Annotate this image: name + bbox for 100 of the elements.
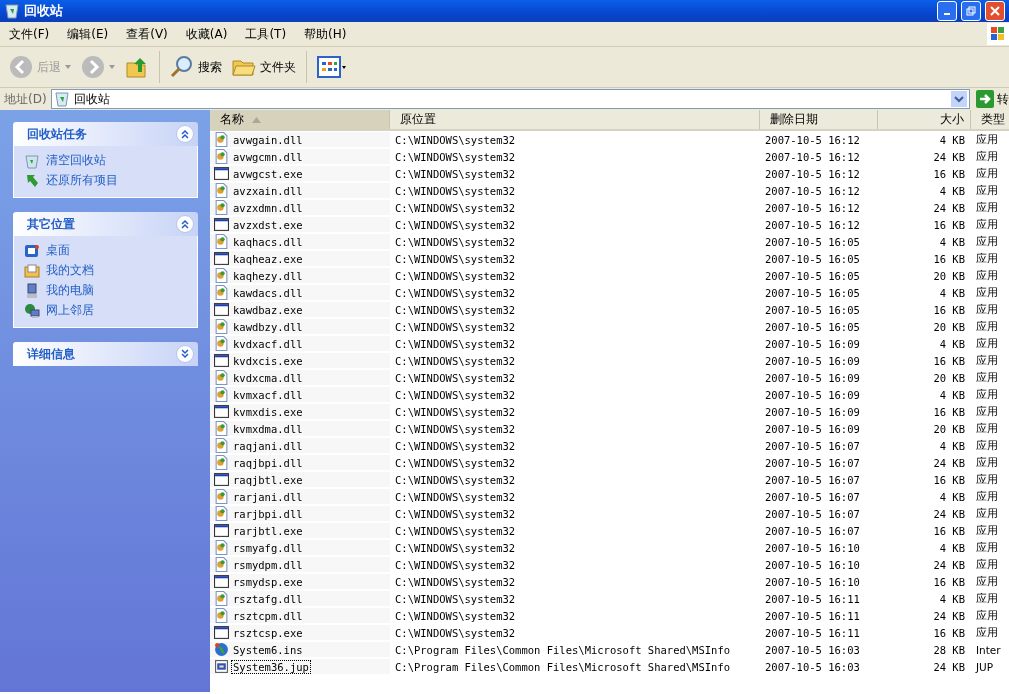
column-header[interactable]: 大小 xyxy=(878,110,971,129)
menu-item[interactable]: 查看(V) xyxy=(117,25,177,43)
collapse-button[interactable] xyxy=(176,125,194,143)
table-cell-text: 2007-10-5 16:12 xyxy=(764,133,861,146)
go-arrow-icon xyxy=(976,90,994,108)
menu-item[interactable]: 文件(F) xyxy=(0,25,59,43)
dropdown-icon[interactable] xyxy=(951,91,967,107)
table-cell-text: 2007-10-5 16:03 xyxy=(764,660,861,673)
folder-icon xyxy=(24,262,40,279)
minimize-button[interactable] xyxy=(937,1,957,21)
table-cell-text: 2007-10-5 16:09 xyxy=(764,371,861,384)
table-cell-text: 2007-10-5 16:09 xyxy=(764,405,861,418)
table-cell-text: 4 KB xyxy=(938,133,966,146)
table-cell-text: 2007-10-5 16:12 xyxy=(764,167,861,180)
menu-item[interactable]: 收藏(A) xyxy=(176,25,237,43)
restore-icon xyxy=(966,6,976,16)
table-cell-text: 应用 xyxy=(975,540,999,555)
desktop-icon xyxy=(24,242,40,259)
task-link[interactable]: 还原所有项目 xyxy=(24,172,187,189)
table-cell-text: 2007-10-5 16:12 xyxy=(764,218,861,231)
table-cell-text: 4 KB xyxy=(938,184,966,197)
table-cell-text: 16 KB xyxy=(932,167,966,180)
folder-up-icon xyxy=(125,55,149,79)
table-cell-text: 2007-10-5 16:05 xyxy=(764,286,861,299)
panel-title: 回收站任务 xyxy=(27,125,87,143)
column-header[interactable]: 名称 xyxy=(210,110,390,129)
table-cell-text: 16 KB xyxy=(932,626,966,639)
table-cell-text: 24 KB xyxy=(932,201,966,214)
table-cell-text: 2007-10-5 16:05 xyxy=(764,303,861,316)
table-cell-text: 应用 xyxy=(975,387,999,402)
table-cell-text: 应用 xyxy=(975,557,999,572)
table-cell-text: 16 KB xyxy=(932,252,966,265)
table-cell-text: 2007-10-5 16:09 xyxy=(764,337,861,350)
table-cell-text: 16 KB xyxy=(932,405,966,418)
table-cell-text: 16 KB xyxy=(932,524,966,537)
chevron-icon xyxy=(180,129,190,139)
menu-item[interactable]: 编辑(E) xyxy=(58,25,118,43)
table-cell-text: 应用 xyxy=(975,183,999,198)
task-link[interactable]: 清空回收站 xyxy=(24,152,187,169)
menu-item[interactable]: 帮助(H) xyxy=(295,25,356,43)
table-cell-text: 2007-10-5 16:11 xyxy=(764,626,861,639)
collapse-button[interactable] xyxy=(176,215,194,233)
task-link[interactable]: 桌面 xyxy=(24,242,187,259)
folders-button[interactable]: 文件夹 xyxy=(229,53,299,81)
restore-button[interactable] xyxy=(961,1,981,21)
column-header[interactable]: 删除日期 xyxy=(760,110,878,129)
table-cell-text: 16 KB xyxy=(932,218,966,231)
table-cell-text: 24 KB xyxy=(932,507,966,520)
table-cell-text: 应用 xyxy=(975,472,999,487)
close-icon xyxy=(990,6,1000,16)
table-cell-text: 20 KB xyxy=(932,269,966,282)
table-cell-text: 应用 xyxy=(975,421,999,436)
table-cell-text: 4 KB xyxy=(938,541,966,554)
table-cell-text: 应用 xyxy=(975,574,999,589)
chevron-icon xyxy=(180,219,190,229)
table-cell-text: 应用 xyxy=(975,302,999,317)
table-cell-text: 应用 xyxy=(975,608,999,623)
caret-icon xyxy=(65,65,71,69)
column-header[interactable]: 原位置 xyxy=(390,110,760,129)
close-button[interactable] xyxy=(985,1,1005,21)
task-link[interactable]: 我的电脑 xyxy=(24,282,187,299)
go-button[interactable]: 转 xyxy=(974,90,1009,108)
network-icon xyxy=(24,302,40,319)
panel-title: 详细信息 xyxy=(27,345,75,363)
table-cell-text: 2007-10-5 16:10 xyxy=(764,558,861,571)
address-field[interactable]: 回收站 xyxy=(50,89,970,109)
table-cell-text: 应用 xyxy=(975,506,999,521)
table-cell-text: 24 KB xyxy=(932,558,966,571)
table-cell-text: 4 KB xyxy=(938,337,966,350)
task-link[interactable]: 网上邻居 xyxy=(24,302,187,319)
globe-icon xyxy=(214,642,229,657)
file-name[interactable]: System36.jup xyxy=(231,659,311,674)
column-header[interactable]: 类型 xyxy=(971,110,1009,129)
table-cell-text: 应用 xyxy=(975,200,999,215)
table-cell-text: 20 KB xyxy=(932,320,966,333)
table-cell-text: 4 KB xyxy=(938,388,966,401)
windows-logo-icon xyxy=(990,26,1006,42)
table-cell-text: 应用 xyxy=(975,319,999,334)
table-cell-text: 2007-10-5 16:12 xyxy=(764,150,861,163)
table-cell-text: 应用 xyxy=(975,404,999,419)
table-cell-text: 应用 xyxy=(975,166,999,181)
table-cell-text: 2007-10-5 16:07 xyxy=(764,473,861,486)
table-cell-text: 应用 xyxy=(975,353,999,368)
views-icon xyxy=(317,56,347,78)
window-title: 回收站 xyxy=(24,2,64,20)
table-cell-text: 4 KB xyxy=(938,592,966,605)
table-cell-text: 应用 xyxy=(975,438,999,453)
caret-icon xyxy=(109,65,115,69)
table-cell-text: 2007-10-5 16:07 xyxy=(764,524,861,537)
table-cell-text: 2007-10-5 16:09 xyxy=(764,422,861,435)
table-cell-text: 4 KB xyxy=(938,286,966,299)
expand-button[interactable] xyxy=(176,345,194,363)
table-cell-text: 16 KB xyxy=(932,354,966,367)
menu-item[interactable]: 工具(T) xyxy=(236,25,296,43)
table-cell-text: 20 KB xyxy=(932,371,966,384)
table-cell-text: 2007-10-5 16:10 xyxy=(764,541,861,554)
table-cell-text: 2007-10-5 16:05 xyxy=(764,320,861,333)
search-button[interactable]: 搜索 xyxy=(167,53,225,81)
table-cell-text: 应用 xyxy=(975,149,999,164)
task-link[interactable]: 我的文档 xyxy=(24,262,187,279)
